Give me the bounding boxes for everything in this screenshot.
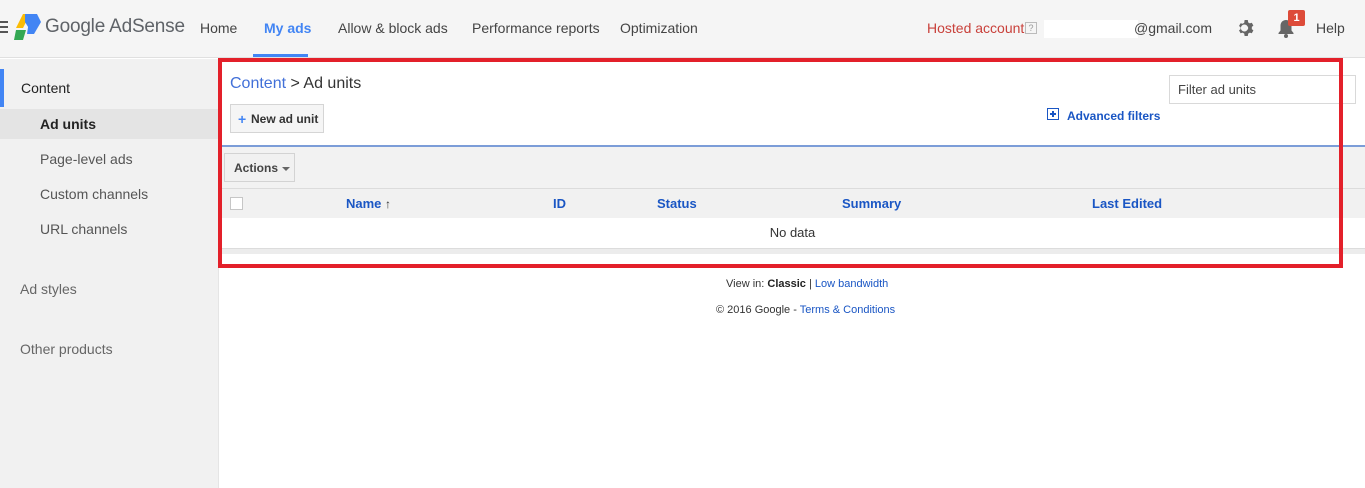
sidebar-item-label: Page-level ads	[40, 151, 133, 167]
actions-dropdown[interactable]: Actions	[224, 153, 295, 182]
copyright-text: © 2016 Google -	[716, 304, 797, 316]
nav-active-indicator	[253, 54, 308, 57]
sidebar-other-products[interactable]: Other products	[20, 341, 113, 357]
sidebar: Content Ad units Page-level ads Custom c…	[0, 59, 219, 488]
top-bar: Google AdSense Home My ads Allow & block…	[0, 0, 1365, 58]
breadcrumb: Content > Ad units	[230, 75, 361, 93]
sidebar-item-custom-channels[interactable]: Custom channels	[0, 179, 219, 209]
sidebar-item-url-channels[interactable]: URL channels	[0, 214, 219, 244]
account-email[interactable]: @gmail.com	[1134, 20, 1212, 36]
view-separator: |	[808, 278, 812, 290]
column-header-name[interactable]: Name ↑	[346, 196, 391, 211]
nav-performance-reports[interactable]: Performance reports	[472, 20, 600, 36]
copyright: © 2016 Google - Terms & Conditions	[716, 304, 895, 316]
brand-name[interactable]: Google AdSense	[45, 16, 185, 38]
notification-count-badge[interactable]: 1	[1288, 10, 1305, 26]
adsense-logo-icon	[14, 14, 41, 40]
table-header	[220, 188, 1365, 218]
sidebar-item-label: Custom channels	[40, 186, 149, 202]
sort-ascending-icon: ↑	[385, 197, 392, 211]
breadcrumb-current: Ad units	[303, 75, 362, 92]
email-redaction	[1044, 20, 1138, 38]
nav-allow-block-ads[interactable]: Allow & block ads	[338, 20, 448, 36]
sidebar-section-label: Content	[21, 80, 71, 96]
hosted-help-icon[interactable]: ?	[1025, 22, 1037, 34]
actions-label: Actions	[234, 161, 279, 175]
menu-icon[interactable]	[0, 21, 8, 34]
sidebar-active-indicator	[0, 69, 4, 107]
empty-table-message: No data	[769, 225, 816, 240]
nav-optimization[interactable]: Optimization	[620, 20, 698, 36]
sidebar-item-label: URL channels	[40, 221, 128, 237]
expand-plus-icon[interactable]	[1047, 108, 1059, 120]
column-header-id[interactable]: ID	[553, 196, 566, 211]
help-link[interactable]: Help	[1316, 20, 1345, 36]
column-header-status[interactable]: Status	[657, 196, 697, 211]
new-ad-unit-label: New ad unit	[251, 112, 319, 126]
nav-my-ads[interactable]: My ads	[264, 20, 311, 36]
terms-link[interactable]: Terms & Conditions	[800, 304, 895, 316]
gear-icon[interactable]	[1236, 18, 1256, 38]
sidebar-ad-styles[interactable]: Ad styles	[20, 281, 77, 297]
new-ad-unit-button[interactable]: + New ad unit	[230, 104, 324, 133]
filter-ad-units-input[interactable]	[1169, 75, 1356, 104]
hosted-account-link[interactable]: Hosted account	[927, 20, 1024, 36]
plus-icon: +	[238, 111, 247, 127]
nav-home[interactable]: Home	[200, 20, 237, 36]
sidebar-item-label: Ad units	[40, 116, 96, 132]
low-bandwidth-link[interactable]: Low bandwidth	[815, 278, 888, 290]
breadcrumb-content-link[interactable]: Content	[230, 75, 286, 92]
sidebar-item-page-level-ads[interactable]: Page-level ads	[0, 144, 219, 174]
sidebar-section-content[interactable]: Content	[0, 69, 219, 107]
column-header-summary[interactable]: Summary	[842, 196, 901, 211]
column-label: Name	[346, 196, 382, 211]
column-header-last-edited[interactable]: Last Edited	[1092, 196, 1162, 211]
select-all-checkbox[interactable]	[230, 197, 243, 210]
chevron-down-icon	[282, 167, 290, 171]
table-footer-bar	[220, 248, 1365, 254]
view-in-label: View in:	[726, 278, 765, 290]
view-classic: Classic	[767, 278, 806, 290]
breadcrumb-separator: >	[286, 75, 304, 92]
actions-toolbar	[220, 147, 1365, 188]
sidebar-item-ad-units[interactable]: Ad units	[0, 109, 219, 139]
advanced-filters-link[interactable]: Advanced filters	[1067, 109, 1160, 123]
